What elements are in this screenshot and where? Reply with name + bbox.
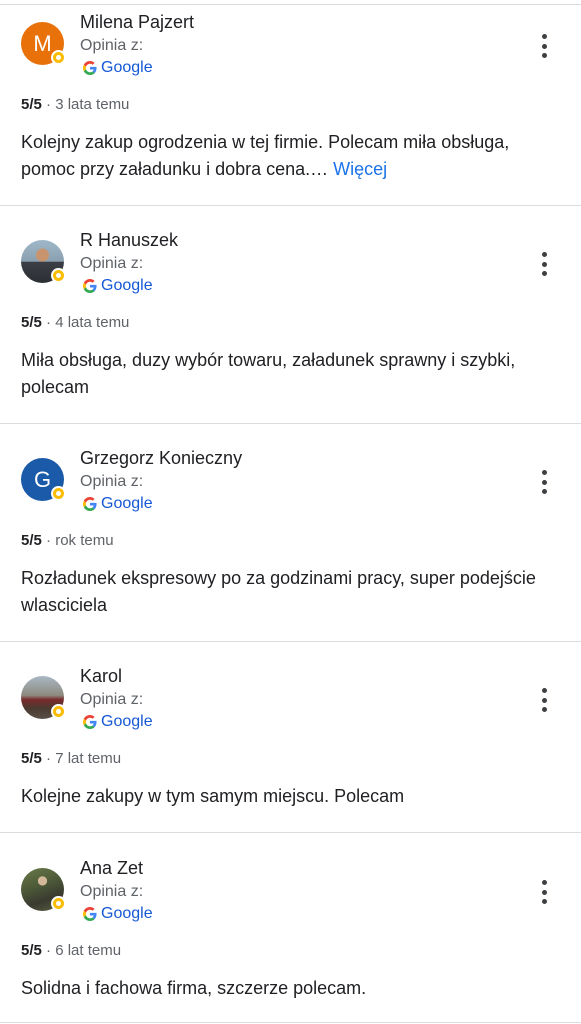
rating-score: 5/5	[21, 96, 42, 113]
review-card: Ana Zet Opinia z: Google 5/5 · 6 lat tem…	[0, 846, 581, 1024]
google-g-icon	[83, 279, 97, 293]
local-guide-badge-icon	[51, 268, 66, 283]
more-vert-icon[interactable]	[534, 468, 554, 496]
avatar[interactable]: M	[21, 22, 66, 65]
source-link[interactable]: Google	[83, 905, 153, 923]
divider	[0, 832, 581, 833]
more-vert-icon[interactable]	[534, 878, 554, 906]
local-guide-badge-icon	[51, 486, 66, 501]
google-g-icon	[83, 907, 97, 921]
divider	[0, 1022, 581, 1023]
review-time: · 7 lat temu	[46, 750, 122, 767]
divider	[0, 205, 581, 206]
rating-line: 5/5 · rok temu	[21, 532, 114, 549]
review-time: · 6 lat temu	[46, 942, 122, 959]
source-name: Google	[101, 495, 153, 512]
more-link[interactable]: Więcej	[333, 159, 387, 179]
source-name: Google	[101, 713, 153, 730]
local-guide-badge-icon	[51, 50, 66, 65]
review-card: R Hanuszek Opinia z: Google 5/5 · 4 lata…	[0, 218, 581, 423]
source-label: Opinia z:	[80, 883, 144, 900]
google-g-icon	[83, 497, 97, 511]
source-link[interactable]: Google	[83, 277, 153, 295]
review-time: · 3 lata temu	[46, 96, 130, 113]
google-g-icon	[83, 715, 97, 729]
review-text: Kolejne zakupy w tym samym miejscu. Pole…	[21, 786, 405, 806]
more-vert-icon[interactable]	[534, 250, 554, 278]
source-label: Opinia z:	[80, 255, 144, 272]
rating-score: 5/5	[21, 314, 42, 331]
review-text-content: Kolejny zakup ogrodzenia w tej firmie. P…	[21, 132, 510, 179]
rating-line: 5/5 · 4 lata temu	[21, 314, 129, 331]
reviewer-name[interactable]: R Hanuszek	[80, 230, 178, 251]
review-time: · 4 lata temu	[46, 314, 130, 331]
google-g-icon	[83, 61, 97, 75]
more-vert-icon[interactable]	[534, 686, 554, 714]
review-text: Solidna i fachowa firma, szczerze poleca…	[21, 978, 367, 998]
avatar[interactable]	[21, 868, 66, 911]
divider	[0, 423, 581, 424]
source-label: Opinia z:	[80, 37, 144, 54]
divider	[0, 641, 581, 642]
source-label: Opinia z:	[80, 473, 144, 490]
source-link[interactable]: Google	[83, 713, 153, 731]
rating-score: 5/5	[21, 750, 42, 767]
avatar[interactable]	[21, 676, 66, 719]
reviewer-name[interactable]: Karol	[80, 666, 122, 687]
review-text: Rozładunek ekspresowy po za godzinami pr…	[21, 568, 536, 615]
avatar[interactable]: G	[21, 458, 66, 501]
avatar[interactable]	[21, 240, 66, 283]
review-text: Kolejny zakup ogrodzenia w tej firmie. P…	[21, 129, 551, 183]
local-guide-badge-icon	[51, 704, 66, 719]
reviewer-name[interactable]: Milena Pajzert	[80, 12, 194, 33]
rating-line: 5/5 · 7 lat temu	[21, 750, 121, 767]
review-time: · rok temu	[46, 532, 114, 549]
review-card: G Grzegorz Konieczny Opinia z: Google 5/…	[0, 436, 581, 641]
local-guide-badge-icon	[51, 896, 66, 911]
source-link[interactable]: Google	[83, 59, 153, 77]
review-text: Miła obsługa, duzy wybór towaru, załadun…	[21, 350, 516, 397]
reviewer-name[interactable]: Grzegorz Konieczny	[80, 448, 242, 469]
reviewer-name[interactable]: Ana Zet	[80, 858, 143, 879]
more-vert-icon[interactable]	[534, 32, 554, 60]
source-name: Google	[101, 59, 153, 76]
source-name: Google	[101, 905, 153, 922]
rating-line: 5/5 · 3 lata temu	[21, 96, 129, 113]
review-card: M Milena Pajzert Opinia z: Google 5/5 · …	[0, 0, 581, 205]
rating-line: 5/5 · 6 lat temu	[21, 942, 121, 959]
source-label: Opinia z:	[80, 691, 144, 708]
source-link[interactable]: Google	[83, 495, 153, 513]
review-card: Karol Opinia z: Google 5/5 · 7 lat temu …	[0, 654, 581, 832]
rating-score: 5/5	[21, 532, 42, 549]
rating-score: 5/5	[21, 942, 42, 959]
source-name: Google	[101, 277, 153, 294]
